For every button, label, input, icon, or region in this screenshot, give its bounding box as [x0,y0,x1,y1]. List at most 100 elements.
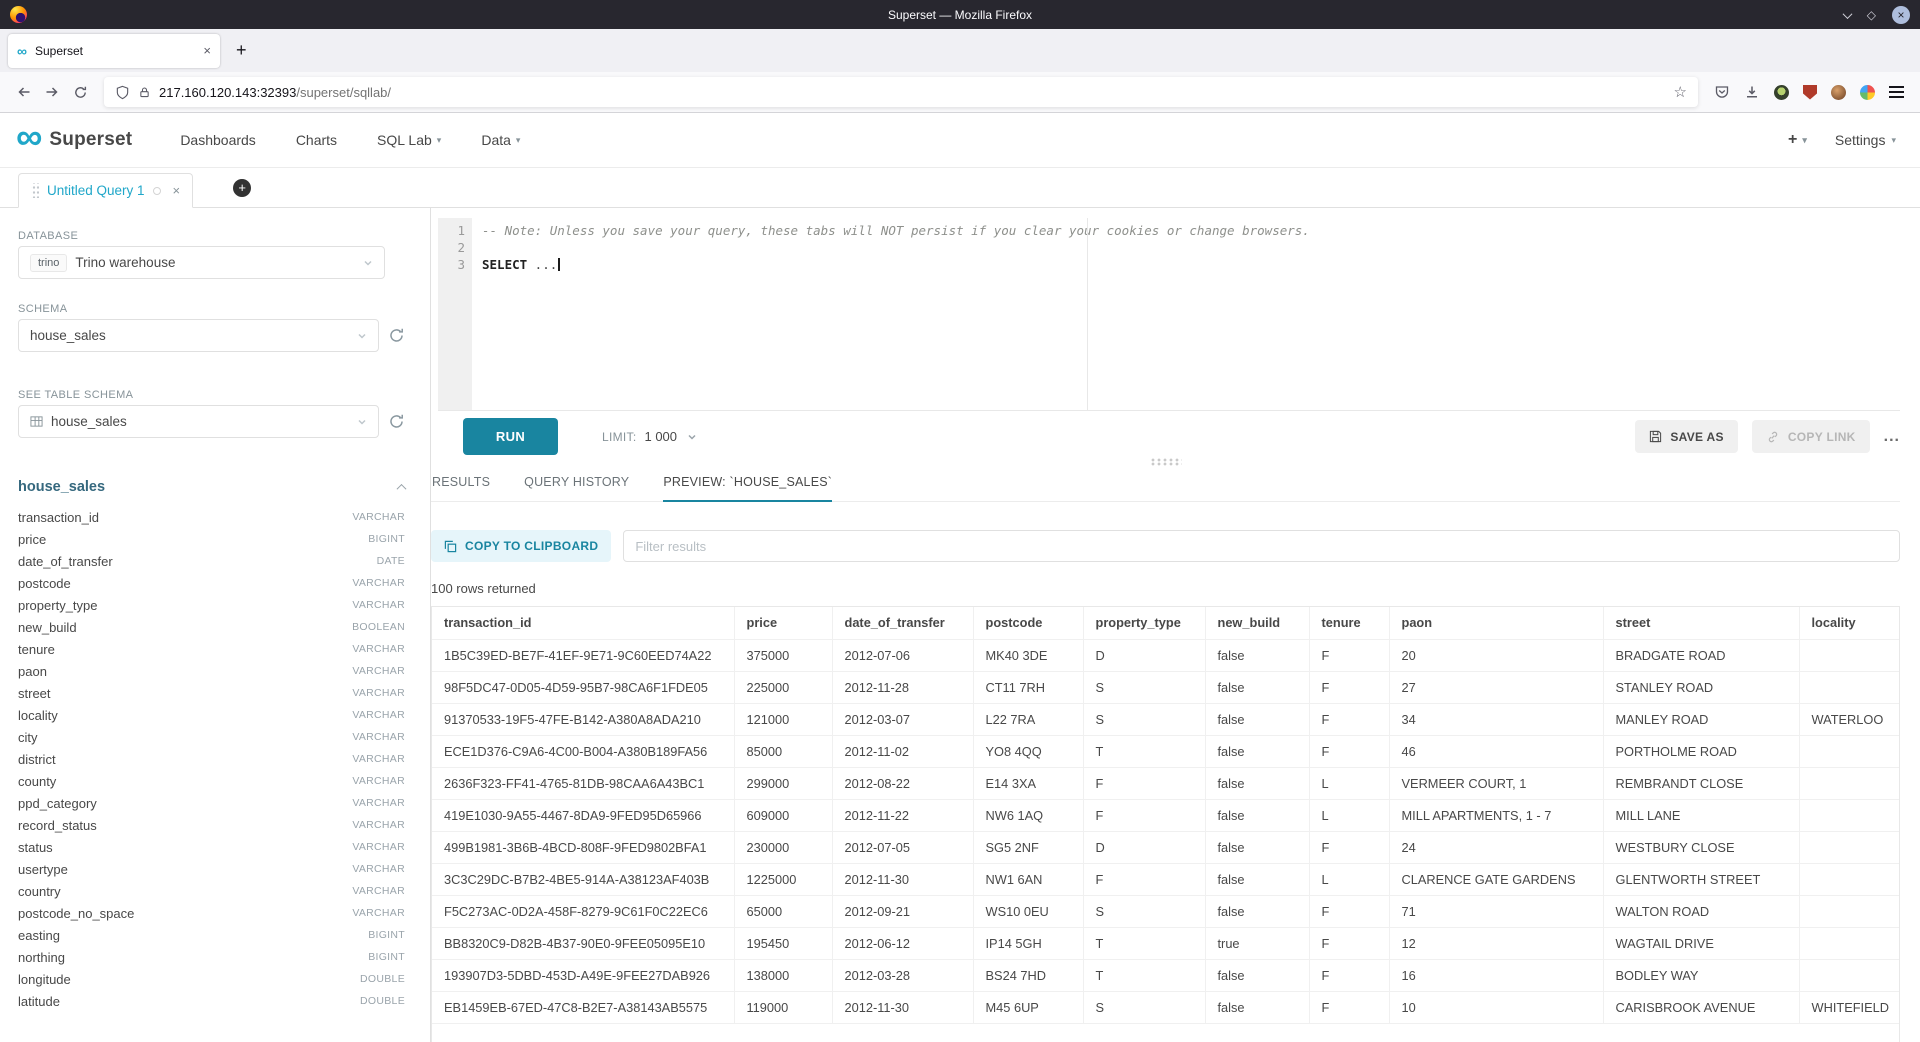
result-tab-preview-house-sales[interactable]: PREVIEW: `HOUSE_SALES` [663,469,832,502]
nav-item-sql-lab[interactable]: SQL Lab▾ [377,113,441,168]
column-row-longitude[interactable]: longitudeDOUBLE [18,968,405,990]
grid-header-date-of-transfer[interactable]: date_of_transfer [832,607,973,639]
nav-item-data[interactable]: Data▾ [481,113,520,168]
grid-header-street[interactable]: street [1603,607,1799,639]
run-button[interactable]: RUN [463,418,558,455]
editor-code-area[interactable]: -- Note: Unless you save your query, the… [472,218,1900,410]
table-name-heading[interactable]: house_sales [18,479,105,495]
grid-cell: D [1083,639,1205,671]
column-row-property-type[interactable]: property_typeVARCHAR [18,594,405,616]
grid-header-locality[interactable]: locality [1799,607,1899,639]
table-row[interactable]: ECE1D376-C9A6-4C00-B004-A380B189FA568500… [432,735,1899,767]
table-row[interactable]: 98F5DC47-0D05-4D59-95B7-98CA6F1FDE052250… [432,671,1899,703]
save-as-button[interactable]: SAVE AS [1635,420,1737,453]
settings-menu[interactable]: Settings ▾ [1835,132,1896,148]
column-row-easting[interactable]: eastingBIGINT [18,924,405,946]
menu-hamburger-icon[interactable] [1889,86,1904,98]
result-tab-results[interactable]: RESULTS [432,469,490,501]
table-row[interactable]: 3C3C29DC-B7B2-4BE5-914A-A38123AF403B1225… [432,863,1899,895]
lock-icon[interactable] [138,86,151,99]
grid-cell: 375000 [734,639,832,671]
column-row-price[interactable]: priceBIGINT [18,528,405,550]
table-row[interactable]: 419E1030-9A55-4467-8DA9-9FED95D659666090… [432,799,1899,831]
reload-button[interactable] [66,78,94,106]
result-tab-query-history[interactable]: QUERY HISTORY [524,469,629,501]
grid-header-price[interactable]: price [734,607,832,639]
grid-header-postcode[interactable]: postcode [973,607,1083,639]
shield-icon[interactable] [115,85,130,100]
limit-dropdown[interactable]: LIMIT: 1 000 [602,429,697,444]
column-row-northing[interactable]: northingBIGINT [18,946,405,968]
tab-close-icon[interactable]: × [203,43,211,58]
column-row-transaction-id[interactable]: transaction_idVARCHAR [18,506,405,528]
column-row-county[interactable]: countyVARCHAR [18,770,405,792]
copy-link-button[interactable]: COPY LINK [1752,420,1870,453]
extension-icon[interactable] [1803,85,1817,100]
add-new-button[interactable]: + ▾ [1788,131,1807,149]
database-select[interactable]: trino Trino warehouse [18,246,385,279]
pane-splitter[interactable] [431,455,1900,469]
schema-select[interactable]: house_sales [18,319,379,352]
table-row[interactable]: 2636F323-FF41-4765-81DB-98CAA6A43BC12990… [432,767,1899,799]
grid-header-new-build[interactable]: new_build [1205,607,1309,639]
column-row-date-of-transfer[interactable]: date_of_transferDATE [18,550,405,572]
back-button[interactable] [10,78,38,106]
bookmark-star-icon[interactable]: ☆ [1674,83,1687,101]
grid-cell: F [1309,895,1389,927]
query-tab-active[interactable]: Untitled Query 1 × [18,173,193,208]
column-row-district[interactable]: districtVARCHAR [18,748,405,770]
column-row-ppd-category[interactable]: ppd_categoryVARCHAR [18,792,405,814]
copy-to-clipboard-button[interactable]: COPY TO CLIPBOARD [431,530,611,562]
column-row-usertype[interactable]: usertypeVARCHAR [18,858,405,880]
filter-results-input[interactable] [623,530,1900,562]
column-row-postcode[interactable]: postcodeVARCHAR [18,572,405,594]
query-tab-close-icon[interactable]: × [173,183,181,198]
browser-tab[interactable]: ∞ Superset × [8,34,220,68]
column-row-status[interactable]: statusVARCHAR [18,836,405,858]
grid-header-property-type[interactable]: property_type [1083,607,1205,639]
table-row[interactable]: 91370533-19F5-47FE-B142-A380A8ADA2101210… [432,703,1899,735]
table-row[interactable]: 193907D3-5DBD-453D-A49E-9FEE27DAB9261380… [432,959,1899,991]
add-query-tab-button[interactable]: + [233,179,251,197]
maximize-icon[interactable]: ◇ [1867,9,1876,21]
column-row-new-build[interactable]: new_buildBOOLEAN [18,616,405,638]
nav-item-dashboards[interactable]: Dashboards [180,113,256,168]
table-select[interactable]: house_sales [18,405,379,438]
sql-editor[interactable]: 1 2 3 -- Note: Unless you save your quer… [438,218,1900,411]
column-row-paon[interactable]: paonVARCHAR [18,660,405,682]
refresh-schema-button[interactable] [388,327,405,344]
column-row-record-status[interactable]: record_statusVARCHAR [18,814,405,836]
column-row-latitude[interactable]: latitudeDOUBLE [18,990,405,1012]
drag-grip-icon[interactable] [31,183,39,198]
table-row[interactable]: BB8320C9-D82B-4B37-90E0-9FEE05095E101954… [432,927,1899,959]
new-tab-button[interactable]: + [230,40,253,61]
forward-button[interactable] [38,78,66,106]
pocket-icon[interactable] [1714,84,1730,100]
table-row[interactable]: 499B1981-3B6B-4BCD-808F-9FED9802BFA12300… [432,831,1899,863]
table-row[interactable]: 1B5C39ED-BE7F-41EF-9E71-9C60EED74A223750… [432,639,1899,671]
grid-header-paon[interactable]: paon [1389,607,1603,639]
superset-brand[interactable]: ∞ Superset [16,128,132,152]
collapse-chevron-icon[interactable] [398,478,405,496]
extension-icon[interactable] [1860,85,1875,100]
column-row-tenure[interactable]: tenureVARCHAR [18,638,405,660]
column-row-country[interactable]: countryVARCHAR [18,880,405,902]
grid-header-tenure[interactable]: tenure [1309,607,1389,639]
close-icon[interactable]: × [1892,6,1910,24]
column-row-city[interactable]: cityVARCHAR [18,726,405,748]
table-row[interactable]: EB1459EB-67ED-47C8-B2E7-A38143AB55751190… [432,991,1899,1023]
column-row-locality[interactable]: localityVARCHAR [18,704,405,726]
extension-icon[interactable] [1774,85,1789,100]
download-icon[interactable] [1744,84,1760,100]
nav-item-charts[interactable]: Charts [296,113,337,168]
table-row[interactable]: F5C273AC-0D2A-458F-8279-9C61F0C22EC66500… [432,895,1899,927]
url-bar[interactable]: 217.160.120.143:32393/superset/sqllab/ ☆ [104,77,1698,107]
column-row-postcode-no-space[interactable]: postcode_no_spaceVARCHAR [18,902,405,924]
grid-cell: 16 [1389,959,1603,991]
minimize-icon[interactable] [1844,6,1851,24]
refresh-table-button[interactable] [388,413,405,430]
more-options-button[interactable]: ... [1884,428,1900,446]
extension-icon[interactable] [1831,85,1846,100]
column-row-street[interactable]: streetVARCHAR [18,682,405,704]
grid-header-transaction-id[interactable]: transaction_id [432,607,734,639]
